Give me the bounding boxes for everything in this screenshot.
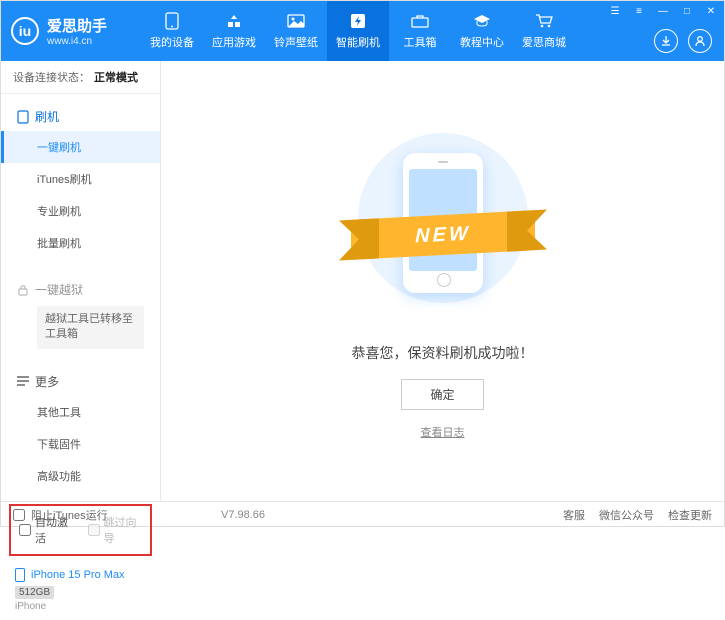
sidebar-item-oneclick[interactable]: 一键刷机 <box>1 131 160 163</box>
sidebar: 设备连接状态： 正常模式 刷机 一键刷机 iTunes刷机 专业刷机 批量刷机 … <box>1 61 161 501</box>
ok-button[interactable]: 确定 <box>401 379 483 410</box>
brand-url: www.i4.cn <box>47 36 107 47</box>
status-value: 正常模式 <box>94 69 138 85</box>
sidebar-item-batch[interactable]: 批量刷机 <box>1 227 160 259</box>
tab-ringtones[interactable]: 铃声壁纸 <box>265 1 327 61</box>
checkbox-label: 阻止iTunes运行 <box>31 507 108 523</box>
download-button[interactable] <box>654 29 678 53</box>
image-icon <box>286 12 306 30</box>
tab-store[interactable]: 爱思商城 <box>513 1 575 61</box>
nav-tabs: 我的设备 应用游戏 铃声壁纸 智能刷机 工具箱 教程中心 爱思商城 <box>141 1 575 61</box>
sidebar-item-itunes[interactable]: iTunes刷机 <box>1 163 160 195</box>
lock-icon <box>17 284 29 296</box>
header-actions <box>654 29 712 53</box>
device-icon <box>15 568 25 582</box>
flash-icon <box>348 12 368 30</box>
section-title: 一键越狱 <box>35 281 83 298</box>
tab-toolbox[interactable]: 工具箱 <box>389 1 451 61</box>
skin-icon[interactable]: ☰ <box>608 4 622 18</box>
success-message: 恭喜您，保资料刷机成功啦！ <box>352 343 534 363</box>
toolbox-icon <box>410 12 430 30</box>
section-jailbreak: 一键越狱 <box>1 275 160 304</box>
footer: 阻止iTunes运行 V7.98.66 客服 微信公众号 检查更新 <box>1 501 724 527</box>
cart-icon <box>534 12 554 30</box>
phone-small-icon <box>17 110 29 124</box>
sidebar-item-download-fw[interactable]: 下载固件 <box>1 428 160 460</box>
footer-link-support[interactable]: 客服 <box>563 507 585 523</box>
tab-tutorials[interactable]: 教程中心 <box>451 1 513 61</box>
section-flash[interactable]: 刷机 <box>1 102 160 131</box>
sidebar-item-other-tools[interactable]: 其他工具 <box>1 396 160 428</box>
logo: iu 爱思助手 www.i4.cn <box>11 15 131 47</box>
tab-label: 智能刷机 <box>336 34 380 50</box>
tab-label: 教程中心 <box>460 34 504 50</box>
section-more[interactable]: 更多 <box>1 367 160 396</box>
footer-link-wechat[interactable]: 微信公众号 <box>599 507 654 523</box>
maximize-icon[interactable]: □ <box>680 4 694 18</box>
storage-badge: 512GB <box>15 586 54 599</box>
list-icon <box>17 376 29 386</box>
tab-label: 工具箱 <box>404 34 437 50</box>
status-label: 设备连接状态： <box>13 69 90 85</box>
tab-label: 铃声壁纸 <box>274 34 318 50</box>
connection-status: 设备连接状态： 正常模式 <box>1 61 160 94</box>
menu-icon[interactable]: ≡ <box>632 4 646 18</box>
user-button[interactable] <box>688 29 712 53</box>
main-content: NEW 恭喜您，保资料刷机成功啦！ 确定 查看日志 <box>161 61 724 501</box>
window-controls: ☰ ≡ — □ ✕ <box>608 4 718 18</box>
apps-icon <box>224 12 244 30</box>
version-label: V7.98.66 <box>221 509 265 521</box>
section-title: 更多 <box>35 373 59 390</box>
view-log-link[interactable]: 查看日志 <box>421 424 465 440</box>
logo-icon: iu <box>11 17 39 45</box>
section-title: 刷机 <box>35 108 59 125</box>
sidebar-item-advanced[interactable]: 高级功能 <box>1 460 160 492</box>
success-illustration: NEW <box>333 133 553 313</box>
close-icon[interactable]: ✕ <box>704 4 718 18</box>
device-type: iPhone <box>15 601 146 612</box>
tab-apps-games[interactable]: 应用游戏 <box>203 1 265 61</box>
graduation-icon <box>472 12 492 30</box>
footer-link-update[interactable]: 检查更新 <box>668 507 712 523</box>
minimize-icon[interactable]: — <box>656 4 670 18</box>
tab-label: 我的设备 <box>150 34 194 50</box>
tab-my-device[interactable]: 我的设备 <box>141 1 203 61</box>
app-header: iu 爱思助手 www.i4.cn 我的设备 应用游戏 铃声壁纸 智能刷机 工具… <box>1 1 724 61</box>
sidebar-item-pro[interactable]: 专业刷机 <box>1 195 160 227</box>
jailbreak-moved-note[interactable]: 越狱工具已转移至工具箱 <box>37 306 144 349</box>
phone-icon <box>162 12 182 30</box>
brand-name: 爱思助手 <box>47 15 107 36</box>
block-itunes-checkbox[interactable]: 阻止iTunes运行 <box>13 507 108 523</box>
device-info: iPhone 15 Pro Max 512GB iPhone <box>1 560 160 620</box>
tab-smart-flash[interactable]: 智能刷机 <box>327 1 389 61</box>
tab-label: 爱思商城 <box>522 34 566 50</box>
tab-label: 应用游戏 <box>212 34 256 50</box>
device-name[interactable]: iPhone 15 Pro Max <box>31 569 125 581</box>
